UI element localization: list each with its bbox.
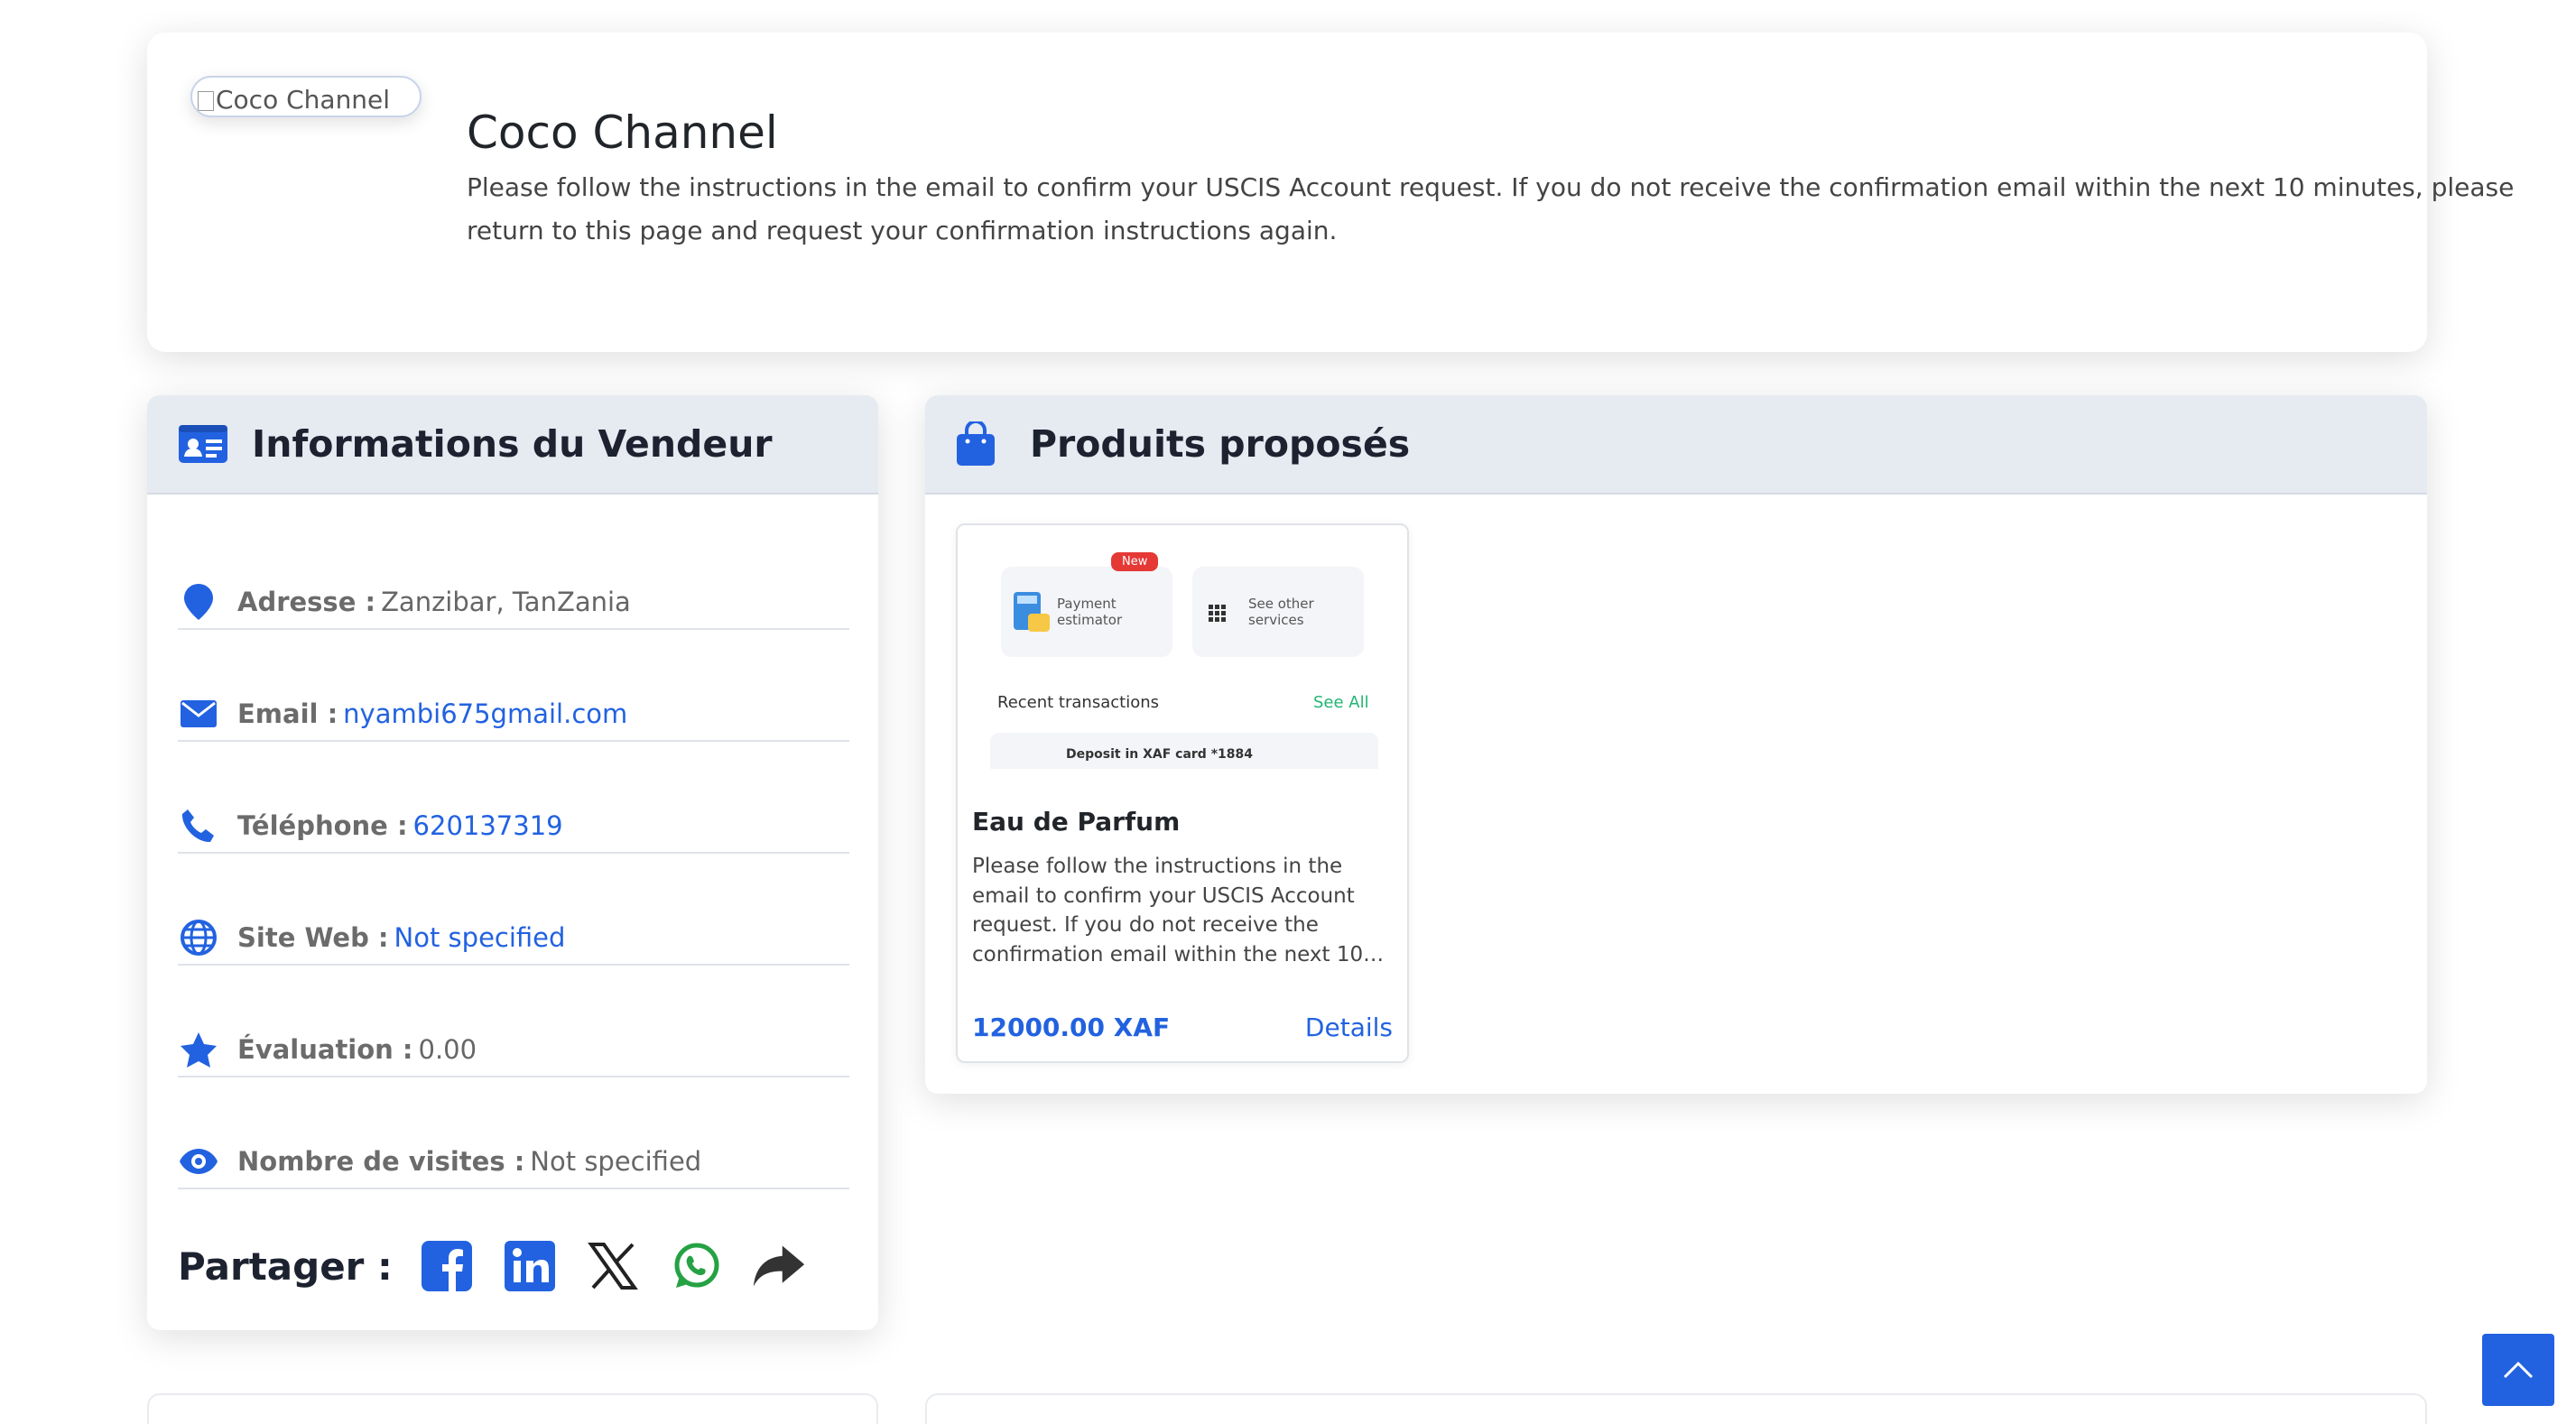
facebook-icon[interactable] xyxy=(420,1239,474,1293)
visits-label: Nombre de visites : xyxy=(237,1146,525,1177)
share-arrow-icon[interactable] xyxy=(752,1239,806,1293)
website-label: Site Web : xyxy=(237,922,389,953)
thumb-tile2-label: See other services xyxy=(1248,596,1314,628)
shop-header-card: Coco Channel Coco Channel Please follow … xyxy=(147,32,2514,352)
products-card-title: Produits proposés xyxy=(1030,422,1411,466)
lower-card-left xyxy=(147,1393,878,1424)
product-description: Please follow the instructions in the em… xyxy=(972,855,1364,966)
shop-description: Please follow the instructions in the em… xyxy=(467,172,2515,245)
shop-logo-alt: Coco Channel xyxy=(216,85,391,115)
email-link[interactable]: nyambi675gmail.com xyxy=(343,698,627,729)
broken-image-icon xyxy=(198,91,214,111)
phone-label: Téléphone : xyxy=(237,810,408,841)
info-row-rating: Évaluation : 0.00 xyxy=(178,1023,849,1077)
eye-icon xyxy=(178,1141,219,1182)
x-twitter-icon[interactable] xyxy=(586,1239,640,1293)
info-row-phone: Téléphone : 620137319 xyxy=(178,800,849,854)
phone-icon xyxy=(178,805,219,846)
thumb-tile1-label: Payment estimator xyxy=(1057,596,1123,628)
info-row-website: Site Web : Not specified xyxy=(178,911,849,966)
linkedin-icon[interactable] xyxy=(503,1239,557,1293)
product-price: 12000.00 XAF xyxy=(972,1013,1171,1042)
chevron-up-icon xyxy=(2503,1361,2534,1379)
info-row-email: Email : nyambi675gmail.com xyxy=(178,688,849,742)
visits-value: Not specified xyxy=(530,1146,702,1177)
thumb-tile-payment: Payment estimator xyxy=(1001,567,1172,657)
email-label: Email : xyxy=(237,698,338,729)
thumb-recent-label: Recent transactions xyxy=(997,693,1159,712)
shop-title: Coco Channel xyxy=(467,106,778,159)
thumb-tile-services: See other services xyxy=(1192,567,1364,657)
product-card[interactable]: Payment estimator New See other services… xyxy=(956,523,1409,1063)
star-icon xyxy=(178,1029,219,1070)
globe-icon xyxy=(178,917,219,958)
products-card-header: Produits proposés xyxy=(925,395,2427,495)
vendor-info-card: Informations du Vendeur Adresse : Zanzib… xyxy=(147,395,878,1330)
product-details-link[interactable]: Details xyxy=(1305,1013,1393,1042)
rating-label: Évaluation : xyxy=(237,1034,413,1065)
website-link[interactable]: Not specified xyxy=(394,922,566,953)
shop-logo: Coco Channel xyxy=(190,76,422,117)
thumb-deposit-label: Deposit in XAF card *1884 xyxy=(1066,747,1253,762)
id-card-icon xyxy=(178,421,230,467)
address-value: Zanzibar, TanZania xyxy=(381,587,631,617)
vendor-card-header: Informations du Vendeur xyxy=(147,395,878,495)
phone-link[interactable]: 620137319 xyxy=(413,810,563,841)
thumb-see-all: See All xyxy=(1313,693,1369,712)
share-label: Partager : xyxy=(178,1244,393,1289)
share-section: Partager : xyxy=(178,1239,835,1293)
address-label: Adresse : xyxy=(237,587,376,617)
lower-card-right xyxy=(925,1393,2427,1424)
map-pin-icon xyxy=(178,581,219,623)
product-name: Eau de Parfum xyxy=(972,807,1181,837)
new-badge: New xyxy=(1111,552,1159,571)
scroll-to-top-button[interactable] xyxy=(2482,1334,2554,1406)
rating-value: 0.00 xyxy=(418,1034,477,1065)
products-card: Produits proposés Payment estimator New … xyxy=(925,395,2427,1094)
whatsapp-icon[interactable] xyxy=(669,1239,723,1293)
vendor-card-title: Informations du Vendeur xyxy=(252,422,773,466)
envelope-icon xyxy=(178,693,219,735)
info-row-visits: Nombre de visites : Not specified xyxy=(178,1135,849,1189)
shopping-bag-icon xyxy=(956,421,1008,467)
info-row-address: Adresse : Zanzibar, TanZania xyxy=(178,576,849,630)
product-image: Payment estimator New See other services… xyxy=(958,525,1407,769)
